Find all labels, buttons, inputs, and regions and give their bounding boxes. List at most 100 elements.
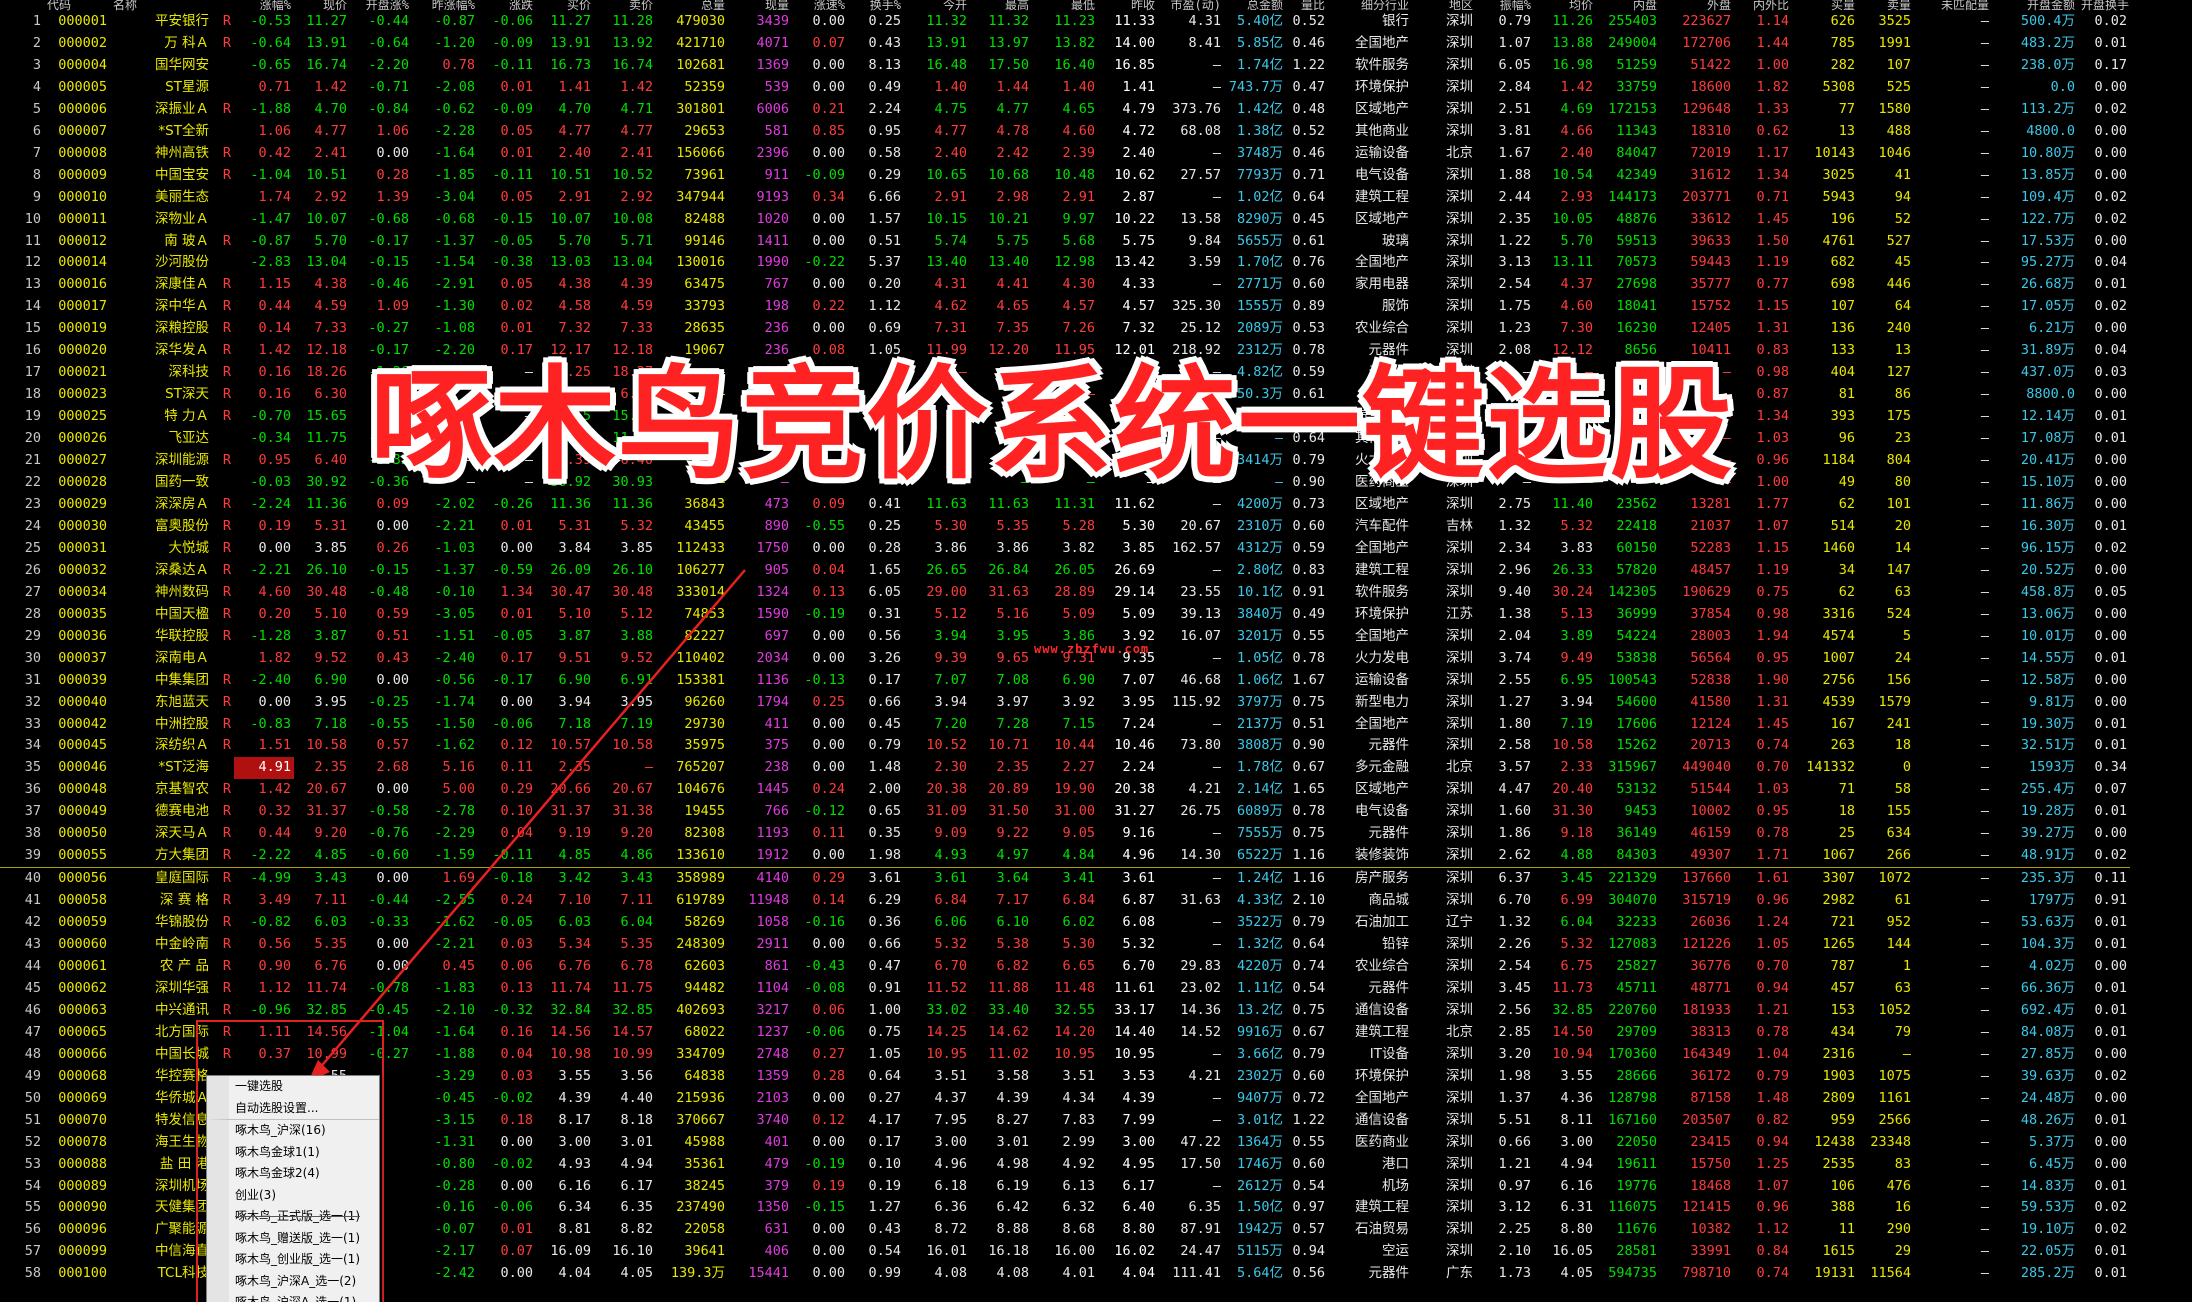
row-index: 46	[24, 1001, 41, 1018]
column-header[interactable]: 开盘涨%	[350, 0, 412, 11]
table-row[interactable]: 4 000005 ST星源 0.71 1.42 -0.71 -2.08 0.01 1.41 1.4…	[0, 77, 2130, 99]
column-header[interactable]: 最低	[1032, 0, 1098, 11]
column-header[interactable]: 涨跌	[478, 0, 536, 11]
table-row[interactable]: 44 000061 农 产 品 R 0.90 6.76 0.00 0.45 0.06 6.76 6.…	[0, 956, 2130, 978]
column-header[interactable]: 量比	[1286, 0, 1328, 11]
table-row[interactable]: 27 000034 神州数码 R 4.60 30.48 -0.48 -0.10 1.34 30.4…	[0, 582, 2130, 604]
column-header[interactable]: 涨速%	[792, 0, 848, 11]
table-cell: 6.13	[1062, 1177, 1095, 1194]
table-row[interactable]: 24 000030 富奥股份 R 0.19 5.31 0.00 -2.21 0.01 5.31 5.…	[0, 516, 2130, 538]
column-header[interactable]: 卖价	[594, 0, 656, 11]
column-header[interactable]: 代码	[44, 0, 110, 11]
table-cell: 62	[1838, 495, 1855, 512]
table-row[interactable]: 6 000007 *ST全新 1.06 4.77 1.06 -2.28 0.05 4.77 4.7…	[0, 121, 2130, 143]
column-header[interactable]: 开盘换手Z	[2078, 0, 2130, 11]
table-row[interactable]: 33 000042 中洲控股 R -0.83 7.18 -0.55 -1.50 -0.06 7.1…	[0, 714, 2130, 736]
column-header[interactable]: 外盘	[1660, 0, 1734, 11]
table-row[interactable]: 42 000059 华锦股份 R -0.82 6.03 -0.33 -1.62 -0.05 6.0…	[0, 912, 2130, 934]
table-row[interactable]: 14 000017 深中华Ａ R 0.44 4.59 1.09 -1.30 0.02 4.58 4.…	[0, 296, 2130, 318]
table-row[interactable]: 11 000012 南 玻Ａ R -0.87 5.70 -0.17 -1.37 -0.05 5.7…	[0, 231, 2130, 253]
table-row[interactable]: 46 000063 中兴通讯 R -0.96 32.85 -0.45 -2.10 -0.32 32…	[0, 1000, 2130, 1022]
menu-item-formula-8[interactable]: 啄木鸟_沪深A_选一(2)	[207, 1270, 379, 1292]
table-row[interactable]: 43 000060 中金岭南 R 0.56 5.35 0.00 -2.21 0.03 5.34 5.…	[0, 934, 2130, 956]
table-cell: -3.15	[434, 1111, 475, 1128]
table-row[interactable]: 35 000046 *ST泛海 4.91 2.35 2.68 5.16 0.11 2.35—76…	[0, 757, 2130, 780]
column-header[interactable]: 开盘金额	[1992, 0, 2078, 11]
menu-item-formula-3[interactable]: 啄木鸟金球2(4)	[207, 1163, 379, 1185]
table-row[interactable]: 8 000009 中国宝安 R -1.04 10.51 0.28 -1.85 -0.11 10.5…	[0, 165, 2130, 187]
column-header[interactable]: 买量	[1792, 0, 1858, 11]
column-header[interactable]: 名称	[110, 0, 212, 11]
table-cell: 63	[1894, 583, 1911, 600]
column-header[interactable]: 振幅%	[1476, 0, 1534, 11]
table-cell: 2.00	[868, 781, 901, 798]
menu-item-auto-select-settings[interactable]: 自动选股设置...	[207, 1097, 379, 1120]
column-header[interactable]: 卖量	[1858, 0, 1914, 11]
table-row[interactable]: 1 000001 平安银行 R -0.53 11.27 -0.44 -0.87 -0.06 11.…	[0, 11, 2130, 33]
table-row[interactable]: 2 000002 万 科Ａ R -0.64 13.91 -0.64 -1.20 -0.09 13.…	[0, 33, 2130, 55]
menu-item-formula-2[interactable]: 啄木鸟金球1(1)	[207, 1141, 379, 1163]
table-cell: -2.08	[434, 78, 475, 95]
table-row[interactable]: 26 000032 深桑达Ａ R -2.21 26.10 -0.15 -1.37 -0.59 26…	[0, 560, 2130, 582]
table-row[interactable]: 7 000008 神州高铁 R 0.42 2.41 0.00 -1.64 0.01 2.40 2.4…	[0, 143, 2130, 165]
table-cell: 1.98	[1498, 1067, 1531, 1084]
column-header[interactable]: 总金额	[1224, 0, 1286, 11]
table-row[interactable]: 13 000016 深康佳Ａ R 1.15 4.38 -0.46 -2.91 0.05 4.38 4…	[0, 274, 2130, 296]
column-header[interactable]: 市盈(动)	[1158, 0, 1224, 11]
watermark-url: www.zbzfwu.com	[1034, 642, 1150, 656]
table-row[interactable]: 34 000045 深纺织Ａ R 1.51 10.58 0.57 -1.62 0.12 10.57…	[0, 735, 2130, 757]
table-row[interactable]: 41 000058 深 赛 格 R 3.49 7.11 -0.44 -2.55 0.24 7.10…	[0, 890, 2130, 912]
table-row[interactable]: 10 000011 深物业Ａ -1.47 10.07 -0.68 -0.68 -0.15 10.…	[0, 209, 2130, 231]
column-header[interactable]: 未匹配量	[1914, 0, 1992, 11]
table-cell: 1.75	[1498, 298, 1531, 315]
table-row[interactable]: 12 000014 沙河股份 -2.83 13.04 -0.15 -1.54 -0.38 13.…	[0, 252, 2130, 274]
column-header[interactable]: 昨涨幅%	[412, 0, 478, 11]
menu-item-formula-1[interactable]: 啄木鸟_沪深(16)	[207, 1120, 379, 1142]
menu-item-one-click-select[interactable]: 一键选股	[207, 1076, 379, 1098]
column-header[interactable]: 昨收	[1098, 0, 1158, 11]
table-cell: 10.21	[988, 210, 1029, 227]
table-cell: 237490	[676, 1199, 725, 1216]
column-header[interactable]: 均价	[1534, 0, 1596, 11]
table-row[interactable]: 45 000062 深圳华强 R 1.12 11.74 -0.78 -1.83 0.13 11.7…	[0, 978, 2130, 1000]
menu-item-formula-6[interactable]: 啄木鸟_赠送版_选一(1)	[207, 1227, 379, 1249]
column-header[interactable]: 买价	[536, 0, 594, 11]
table-cell: 6.40	[1122, 1199, 1155, 1216]
column-header[interactable]: 最高	[970, 0, 1032, 11]
column-header[interactable]: 细分行业	[1328, 0, 1412, 11]
menu-item-formula-4[interactable]: 创业(3)	[207, 1184, 379, 1206]
table-row[interactable]: 5 000006 深振业Ａ R -1.88 4.70 -0.84 -0.62 -0.09 4.70…	[0, 99, 2130, 121]
table-row[interactable]: 38 000050 深天马Ａ R 0.44 9.20 -0.76 -2.29 0.04 9.19 9…	[0, 823, 2130, 845]
table-row[interactable]: 31 000039 中集集团 R -2.40 6.90 0.00 -0.56 -0.17 6.90…	[0, 670, 2130, 692]
table-row[interactable]: 3 000004 国华网安 -0.65 16.74 -2.20 0.78 -0.11 16.73…	[0, 55, 2130, 77]
table-row[interactable]: 36 000048 京基智农 R 1.42 20.67 0.00 5.00 0.29 20.66 2…	[0, 779, 2130, 801]
table-row[interactable]: 9 000010 美丽生态 1.74 2.92 1.39 -3.04 0.05 2.91 2.92…	[0, 187, 2130, 209]
table-row[interactable]: 23 000029 深深房Ａ R -2.24 11.36 0.09 -2.02 -0.26 11.…	[0, 494, 2130, 516]
column-header[interactable]: 地区	[1412, 0, 1476, 11]
column-header[interactable]: 现量	[728, 0, 792, 11]
table-row[interactable]: 37 000049 德赛电池 R 0.32 31.37 -0.58 -2.78 0.10 31.3…	[0, 801, 2130, 823]
menu-item-formula-7[interactable]: 啄木鸟_创业版_选一(1)	[207, 1249, 379, 1271]
table-row[interactable]: 39 000055 方大集团 R -2.22 4.85 -0.60 -1.59 -0.11 4.8…	[0, 845, 2130, 867]
column-header[interactable]: 换手%	[848, 0, 904, 11]
column-header[interactable]: 今开	[904, 0, 970, 11]
menu-item-formula-5[interactable]: 啄木鸟_正式版_选一(1)	[207, 1206, 379, 1228]
column-header[interactable]: 内外比	[1734, 0, 1792, 11]
table-cell: 0.49	[1292, 605, 1325, 622]
column-header[interactable]: 涨幅%	[234, 0, 294, 11]
table-cell: 7.31	[934, 320, 967, 337]
table-row[interactable]: 15 000019 深粮控股 R 0.14 7.33 -0.27 -1.08 0.01 7.32 7…	[0, 318, 2130, 340]
table-row[interactable]: 32 000040 东旭蓝天 R 0.00 3.95 -0.25 -1.74 0.00 3.94 3…	[0, 692, 2130, 714]
menu-item-formula-9[interactable]: 啄木鸟_沪深A_选一(1)	[207, 1292, 379, 1302]
industry: 全国地产	[1355, 715, 1409, 732]
context-menu[interactable]: 一键选股 自动选股设置... 啄木鸟_沪深(16) 啄木鸟金球1(1) 啄木鸟金…	[206, 1075, 380, 1302]
column-header[interactable]: 总量	[656, 0, 728, 11]
header-index	[0, 0, 44, 11]
column-header[interactable]	[212, 0, 234, 11]
table-cell: 1579	[1878, 693, 1911, 710]
table-row[interactable]: 40 000056 皇庭国际 R -4.99 3.43 0.00 1.69 -0.18 3.42 3…	[0, 867, 2130, 891]
column-header[interactable]: 内盘	[1596, 0, 1660, 11]
column-header[interactable]: 现价	[294, 0, 350, 11]
table-row[interactable]: 28 000035 中国天楹 R 0.20 5.10 0.59 -3.05 0.01 5.10 5.…	[0, 604, 2130, 626]
table-row[interactable]: 25 000031 大悦城 R 0.00 3.85 0.26 -1.03 0.00 3.84 3.8…	[0, 538, 2130, 560]
